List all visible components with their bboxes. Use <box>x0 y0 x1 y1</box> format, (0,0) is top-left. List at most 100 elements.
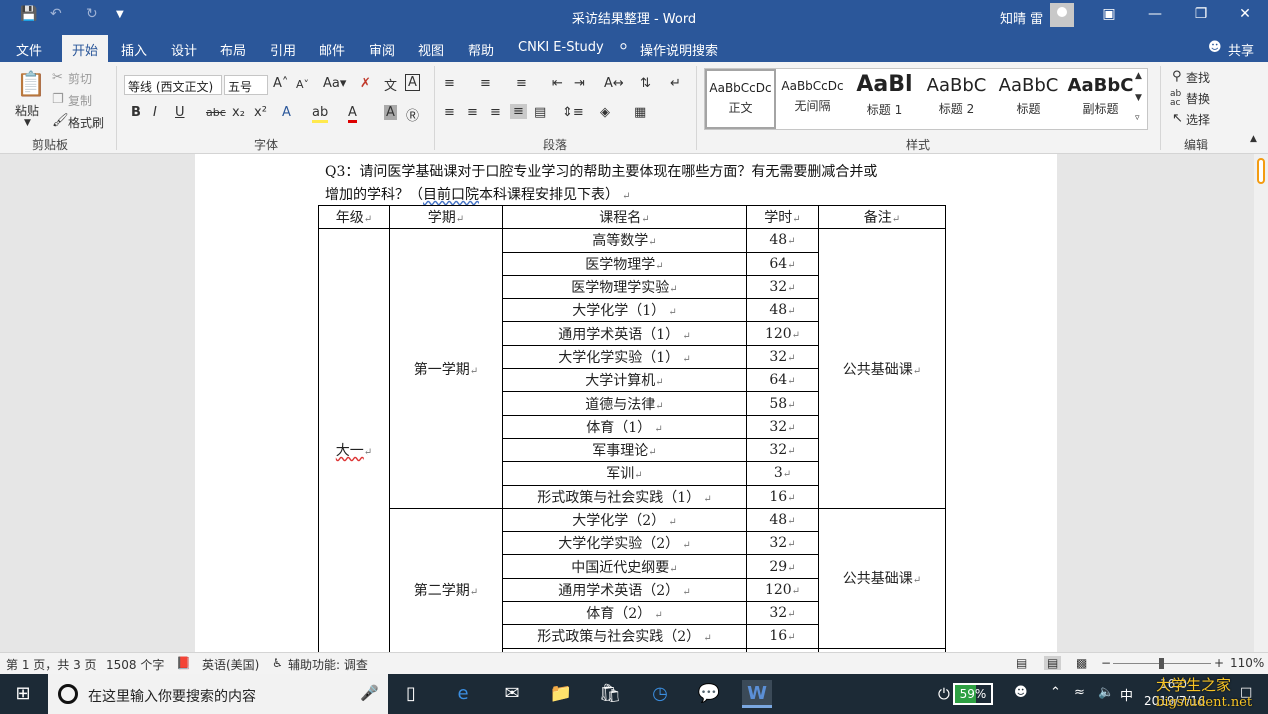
align-right-icon[interactable]: ≡ <box>490 105 501 120</box>
subscript-icon[interactable]: x₂ <box>232 105 245 120</box>
style-no-spacing[interactable]: AaBbCcDc 无间隔 <box>777 69 848 129</box>
text-effects-icon[interactable]: A <box>282 105 291 120</box>
vertical-scrollbar[interactable] <box>1254 154 1268 652</box>
numbering-icon[interactable]: ≡ <box>480 76 491 91</box>
task-view-icon[interactable]: ▯ <box>396 680 426 708</box>
multilevel-list-icon[interactable]: ≡ <box>516 76 527 91</box>
collapse-ribbon-icon[interactable]: ▲ <box>1250 134 1257 144</box>
copy-icon[interactable]: ❐ <box>52 92 64 107</box>
tab-insert[interactable]: 插入 <box>121 40 147 59</box>
page-count[interactable]: 第 1 页，共 3 页 <box>6 656 97 673</box>
select-button[interactable]: 选择 <box>1186 111 1210 128</box>
find-button[interactable]: 查找 <box>1186 69 1210 86</box>
cortana-icon[interactable] <box>58 684 78 704</box>
font-name-select[interactable]: 等线 (西文正文) <box>124 75 222 95</box>
shading-icon[interactable]: ◈ <box>600 105 610 120</box>
web-layout-icon[interactable]: ▩ <box>1076 656 1087 670</box>
align-center-icon[interactable]: ≡ <box>467 105 478 120</box>
copy-button[interactable]: 复制 <box>68 92 92 109</box>
page[interactable]: Q3：请问医学基础课对于口腔专业学习的帮助主要体现在哪些方面？有无需要删减合并或… <box>195 154 1057 652</box>
windows-start-icon[interactable]: ⊞ <box>8 680 38 708</box>
tab-references[interactable]: 引用 <box>270 40 296 59</box>
scroll-thumb[interactable] <box>1257 158 1265 184</box>
minimize-icon[interactable]: — <box>1140 6 1170 22</box>
battery-indicator[interactable]: 59% <box>953 683 993 705</box>
tab-help[interactable]: 帮助 <box>468 40 494 59</box>
share-icon[interactable]: ☻ <box>1208 40 1222 55</box>
font-color-icon[interactable]: A <box>348 105 357 123</box>
chevron-up-icon[interactable]: ⌃ <box>1050 685 1061 700</box>
clear-formatting-icon[interactable]: ✗ <box>360 76 371 91</box>
style-subtitle[interactable]: AaBbC 副标题 <box>1065 69 1136 129</box>
more-styles-icon[interactable]: ▿ <box>1135 113 1140 123</box>
character-border-icon[interactable]: A <box>405 74 420 91</box>
share-button[interactable]: 共享 <box>1228 40 1254 59</box>
bullets-icon[interactable]: ≡ <box>444 76 455 91</box>
align-left-icon[interactable]: ≡ <box>444 105 455 120</box>
file-explorer-icon[interactable]: 📁 <box>546 680 576 708</box>
font-size-select[interactable]: 五号 <box>224 75 268 95</box>
print-layout-icon[interactable]: ▤ <box>1044 656 1062 670</box>
text-direction-icon[interactable]: A↔ <box>604 76 624 91</box>
mail-icon[interactable]: ✉ <box>497 680 527 708</box>
tab-design[interactable]: 设计 <box>171 40 197 59</box>
zoom-out-icon[interactable]: − <box>1101 656 1111 670</box>
tab-home[interactable]: 开始 <box>62 35 109 62</box>
style-heading-2[interactable]: AaBbC 标题 2 <box>921 69 992 129</box>
justify-icon[interactable]: ≡ <box>510 104 527 119</box>
line-spacing-icon[interactable]: ⇕≡ <box>562 105 584 120</box>
phonetic-guide-icon[interactable]: 文 <box>384 75 397 94</box>
tab-file[interactable]: 文件 <box>16 40 42 59</box>
volume-icon[interactable]: 🔈 <box>1098 685 1114 700</box>
accessibility-status[interactable]: 辅助功能: 调查 <box>288 656 368 673</box>
decrease-indent-icon[interactable]: ⇤ <box>552 76 563 91</box>
accessibility-icon[interactable]: ♿ <box>272 656 283 670</box>
cut-icon[interactable]: ✂ <box>52 70 63 85</box>
tab-mailings[interactable]: 邮件 <box>319 40 345 59</box>
change-case-icon[interactable]: Aa▾ <box>323 76 346 91</box>
style-title[interactable]: AaBbC 标题 <box>993 69 1064 129</box>
superscript-icon[interactable]: x² <box>254 105 267 120</box>
sort-icon[interactable]: ⇅ <box>640 76 651 91</box>
paste-button[interactable]: 粘贴 <box>15 102 39 119</box>
tell-me-search[interactable]: 操作说明搜索 <box>640 40 718 59</box>
character-shading-icon[interactable]: A <box>384 105 397 120</box>
taskbar-search[interactable]: 在这里输入你要搜索的内容 🎤 <box>48 674 388 714</box>
edge-icon[interactable]: e <box>448 680 478 708</box>
increase-indent-icon[interactable]: ⇥ <box>574 76 585 91</box>
grow-font-icon[interactable]: A˄ <box>273 76 288 91</box>
enclose-characters-icon[interactable]: Ⓡ <box>406 105 419 124</box>
distributed-icon[interactable]: ▤ <box>534 105 546 120</box>
restore-icon[interactable]: ❐ <box>1186 6 1216 22</box>
bold-icon[interactable]: B <box>131 105 141 120</box>
word-app-icon[interactable]: W <box>742 680 772 708</box>
format-painter-icon[interactable]: 🖌 <box>52 113 69 128</box>
style-normal[interactable]: AaBbCcDc 正文 <box>705 69 776 129</box>
chevron-up-icon[interactable]: ▲ <box>1135 71 1142 81</box>
avatar[interactable] <box>1050 3 1074 27</box>
language[interactable]: 英语(美国) <box>202 656 259 673</box>
tab-layout[interactable]: 布局 <box>220 40 246 59</box>
highlight-icon[interactable]: ab <box>312 105 329 123</box>
cut-button[interactable]: 剪切 <box>68 70 92 87</box>
zoom-level[interactable]: 110% <box>1230 656 1264 670</box>
borders-icon[interactable]: ▦ <box>634 105 646 120</box>
ribbon-display-icon[interactable]: ▣ <box>1094 6 1124 22</box>
tab-view[interactable]: 视图 <box>418 40 444 59</box>
word-count[interactable]: 1508 个字 <box>106 656 164 673</box>
zoom-slider-handle[interactable] <box>1159 658 1164 669</box>
shrink-font-icon[interactable]: A˅ <box>296 78 309 91</box>
user-name[interactable]: 知晴 雷 <box>1000 8 1043 27</box>
store-icon[interactable]: 🛍 <box>595 680 625 708</box>
chevron-down-icon[interactable]: ▼ <box>24 118 31 128</box>
microphone-icon[interactable]: 🎤 <box>360 684 379 702</box>
format-painter-button[interactable]: 格式刷 <box>68 114 104 131</box>
zoom-in-icon[interactable]: + <box>1214 656 1224 670</box>
read-mode-icon[interactable]: ▤ <box>1016 656 1027 670</box>
show-marks-icon[interactable]: ↵ <box>670 76 681 91</box>
replace-button[interactable]: 替换 <box>1186 90 1210 107</box>
chevron-down-icon[interactable]: ▼ <box>1135 93 1142 103</box>
italic-icon[interactable]: I <box>153 105 157 120</box>
wechat-icon[interactable]: 💬 <box>694 680 724 708</box>
find-icon[interactable]: ⚲ <box>1172 69 1182 84</box>
